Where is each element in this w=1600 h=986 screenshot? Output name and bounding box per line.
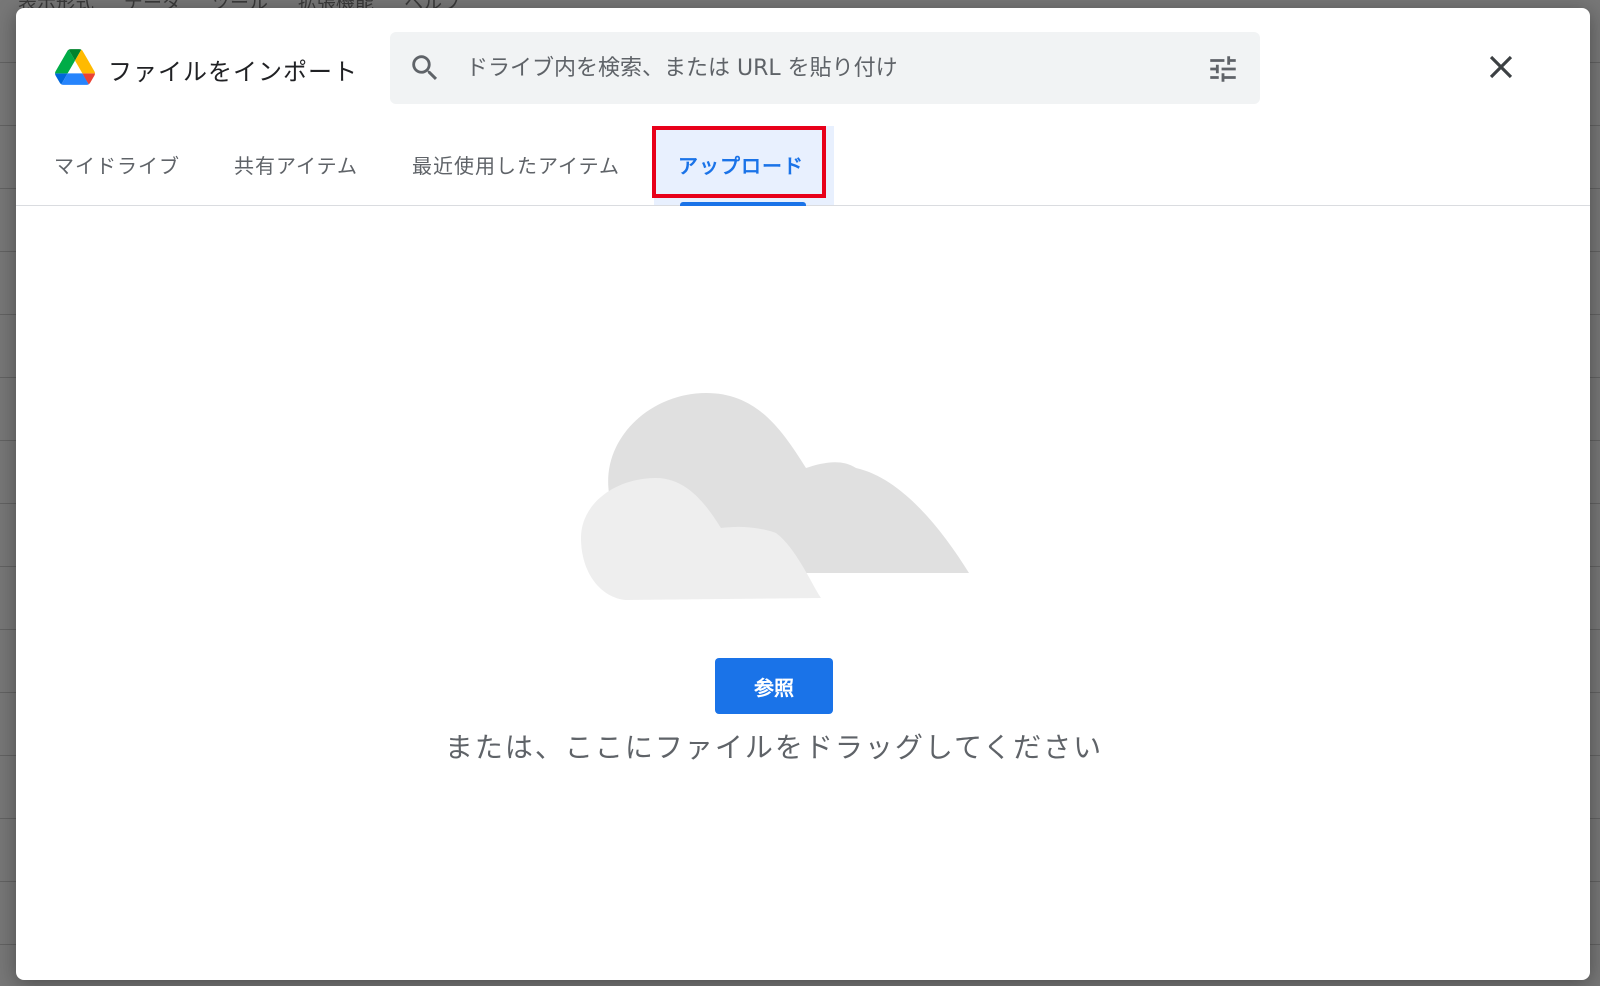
tab-shared-with-me[interactable]: 共有アイテム — [234, 126, 358, 206]
source-tabs: マイドライブ 共有アイテム 最近使用したアイテム アップロード — [16, 126, 1590, 206]
search-icon[interactable] — [408, 51, 442, 85]
browse-button[interactable]: 参照 — [715, 658, 833, 714]
drag-hint-text: または、ここにファイルをドラッグしてください — [444, 731, 1104, 764]
tune-icon[interactable] — [1206, 52, 1240, 86]
tab-recent[interactable]: 最近使用したアイテム — [412, 126, 620, 206]
cloud-illustration-icon — [581, 393, 969, 600]
annotation-highlight-box — [652, 126, 826, 198]
dialog-title: ファイルをインポート — [108, 58, 358, 86]
upload-drop-zone[interactable]: 参照 または、ここにファイルをドラッグしてください — [16, 208, 1590, 980]
drive-search-box[interactable] — [390, 32, 1260, 104]
close-icon[interactable] — [1482, 48, 1520, 86]
search-input[interactable] — [466, 32, 1166, 104]
import-file-dialog: ファイルをインポート マイドライブ 共有アイテム 最近使用したアイテム アップロ… — [16, 8, 1590, 980]
google-drive-logo-icon — [55, 49, 95, 85]
tab-my-drive[interactable]: マイドライブ — [54, 126, 180, 206]
active-tab-indicator — [680, 202, 806, 206]
dialog-header: ファイルをインポート — [16, 8, 1590, 128]
